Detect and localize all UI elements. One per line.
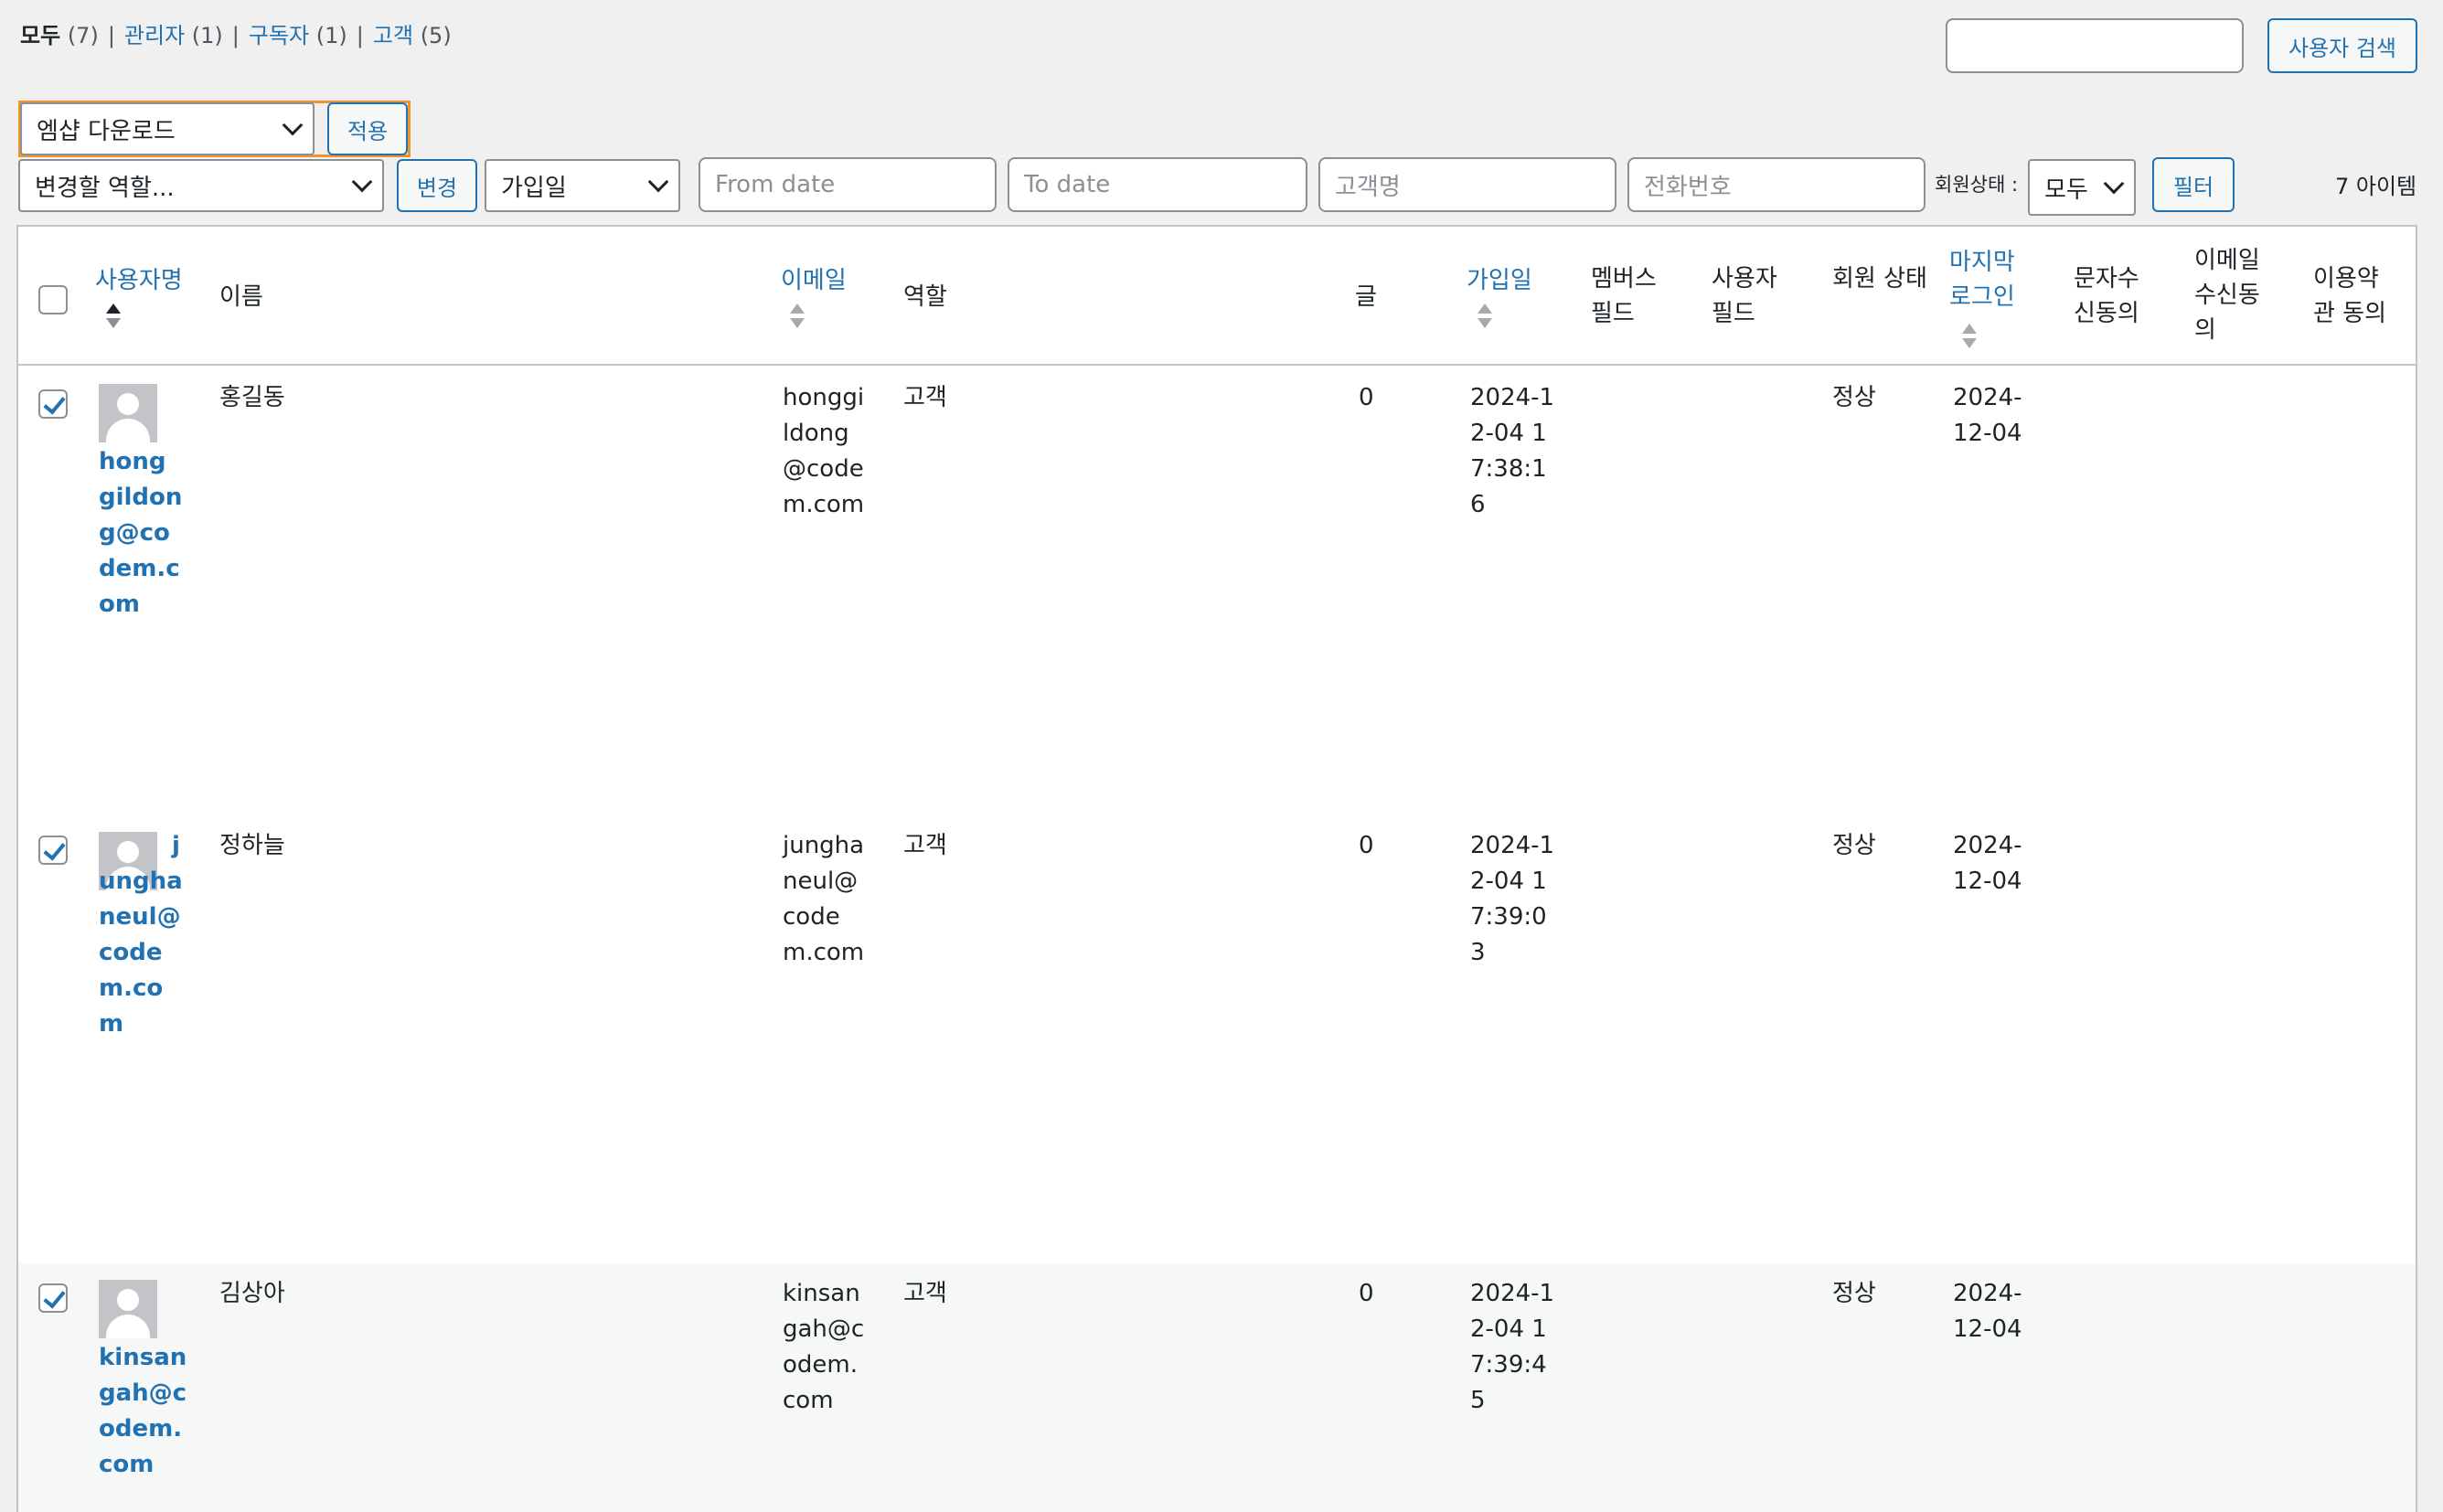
to-date-input[interactable]: To date — [1008, 157, 1307, 212]
view-filters: 모두 (7) | 관리자 (1) | 구독자 (1) | 고객 (5) — [20, 23, 452, 48]
customer-name-input[interactable]: 고객명 — [1318, 157, 1616, 212]
column-email[interactable]: 이메일 — [781, 263, 847, 298]
cell-registered: 2024-12-04 17:39:45 — [1470, 1280, 1555, 1414]
cell-registered: 2024-12-04 17:39:03 — [1470, 832, 1555, 966]
search-users-button[interactable]: 사용자 검색 — [2267, 18, 2417, 73]
cell-role: 고객 — [903, 384, 947, 411]
email-link[interactable]: kinsangah@codem.com — [783, 1276, 870, 1419]
username-link[interactable]: honggildong@codem.com — [99, 444, 183, 623]
cell-member-status: 정상 — [1832, 832, 1876, 859]
column-name: 이름 — [219, 283, 263, 311]
from-date-input[interactable]: From date — [699, 157, 997, 212]
row-checkbox[interactable] — [38, 389, 68, 419]
column-user-field: 사용자 필드 — [1712, 265, 1777, 327]
cell-role: 고객 — [903, 1280, 947, 1307]
column-email-consent: 이메일수신동의 — [2194, 247, 2260, 344]
avatar — [99, 1280, 157, 1338]
column-membership: 멤버스 필드 — [1591, 265, 1657, 327]
cell-name: 김상아 — [219, 1280, 285, 1307]
apply-button[interactable]: 적용 — [327, 102, 408, 155]
cell-last-login: 2024-12-04 — [1953, 384, 2022, 447]
email-link[interactable]: junghaneul@codem.com — [783, 828, 870, 971]
select-all-checkbox[interactable] — [38, 285, 68, 314]
column-posts: 글 — [1355, 283, 1377, 311]
view-all[interactable]: 모두 (7) — [20, 23, 99, 48]
sort-asc-icon[interactable] — [104, 303, 123, 331]
bulk-action-select[interactable]: 엠샵 다운로드 — [20, 102, 315, 155]
chevron-down-icon — [2103, 173, 2125, 195]
cell-registered: 2024-12-04 17:38:16 — [1470, 384, 1555, 518]
row-checkbox[interactable] — [38, 836, 68, 865]
cell-member-status: 정상 — [1832, 384, 1876, 411]
column-sms-consent: 문자수신동의 — [2074, 265, 2139, 327]
change-role-select[interactable]: 변경할 역할... — [18, 159, 384, 212]
member-status-label: 회원상태 : — [1935, 174, 2019, 196]
separator: | — [231, 23, 240, 48]
avatar — [99, 384, 157, 442]
table-row: jungha neul@codem.com 정하늘 junghaneul@cod… — [18, 815, 2416, 1263]
users-table: 사용자명 이름 이메일 역할 글 가입일 멤버스 필드 사용자 필드 회원 상태… — [16, 225, 2417, 1512]
column-role: 역할 — [903, 283, 947, 311]
username-link[interactable]: kinsangah@codem.com — [99, 1340, 188, 1483]
items-count: 7 아이템 — [2335, 174, 2417, 199]
cell-name: 정하늘 — [219, 832, 285, 859]
column-last-login[interactable]: 마지막 로그인 — [1949, 245, 2032, 314]
view-admin[interactable]: 관리자 — [124, 23, 185, 48]
column-registered[interactable]: 가입일 — [1467, 263, 1532, 298]
chevron-down-icon — [351, 171, 373, 193]
user-search-input[interactable] — [1946, 18, 2244, 73]
cell-name: 홍길동 — [219, 384, 285, 411]
username-link[interactable]: jungha neul@codem.com — [99, 828, 187, 1042]
cell-last-login: 2024-12-04 — [1953, 832, 2022, 895]
column-member-status: 회원 상태 — [1832, 265, 1927, 293]
sort-icon[interactable] — [788, 303, 806, 331]
email-link[interactable]: honggildong@codem.com — [783, 380, 870, 523]
sort-icon[interactable] — [1476, 303, 1494, 331]
sort-icon[interactable] — [1960, 324, 1979, 351]
cell-posts: 0 — [1359, 1280, 1374, 1307]
cell-role: 고객 — [903, 832, 947, 859]
phone-input[interactable]: 전화번호 — [1627, 157, 1926, 212]
chevron-down-icon — [647, 171, 669, 193]
table-row: honggildong@codem.com 홍길동 honggildong@co… — [18, 366, 2416, 815]
cell-posts: 0 — [1359, 832, 1374, 859]
view-customer[interactable]: 고객 — [373, 23, 413, 48]
chevron-down-icon — [282, 114, 304, 136]
cell-posts: 0 — [1359, 384, 1374, 411]
cell-member-status: 정상 — [1832, 1280, 1876, 1307]
column-terms-consent: 이용약관 동의 — [2313, 265, 2387, 327]
date-type-select[interactable]: 가입일 — [485, 159, 680, 212]
row-checkbox[interactable] — [38, 1283, 68, 1313]
view-subscriber[interactable]: 구독자 — [249, 23, 309, 48]
separator: | — [356, 23, 364, 48]
separator: | — [107, 23, 115, 48]
change-role-button[interactable]: 변경 — [397, 159, 477, 212]
filter-button[interactable]: 필터 — [2152, 157, 2235, 212]
table-header: 사용자명 이름 이메일 역할 글 가입일 멤버스 필드 사용자 필드 회원 상태… — [18, 227, 2416, 366]
table-row: kinsangah@codem.com 김상아 kinsangah@codem.… — [18, 1263, 2416, 1512]
cell-last-login: 2024-12-04 — [1953, 1280, 2022, 1343]
column-username[interactable]: 사용자명 — [95, 263, 205, 298]
member-status-select[interactable]: 모두 — [2028, 159, 2136, 216]
